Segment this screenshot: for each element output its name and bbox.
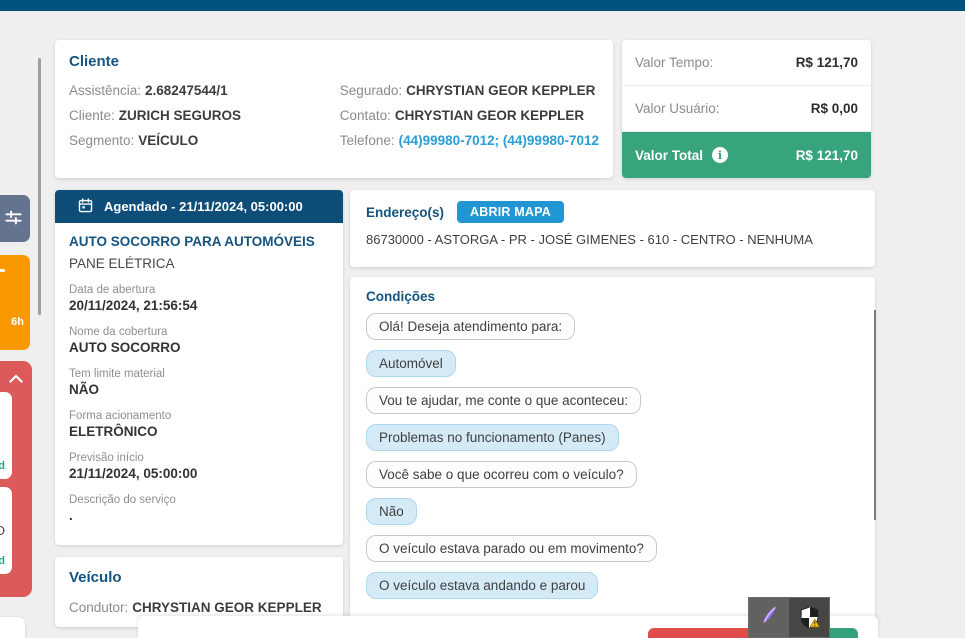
chat-bubble: O veículo estava andando e parou xyxy=(366,572,599,599)
cliente-fields-right: Segurado: CHRYSTIAN GEOR KEPPLER Contato:… xyxy=(340,78,599,153)
field-label: Condutor: xyxy=(69,600,129,615)
chat-bubble: Vou te ajudar, me conte o que aconteceu: xyxy=(366,387,642,414)
field-label: Telefone: xyxy=(339,133,395,148)
valor-value: R$ 0,00 xyxy=(810,101,858,116)
field-group: Data de abertura 20/11/2024, 21:56:54 xyxy=(69,283,329,315)
cliente-card: Cliente Assistência: 2.68247544/1 Cliente… xyxy=(55,40,613,178)
field-value: CHRYSTIAN GEOR KEPPLER xyxy=(406,83,596,98)
list-item-text: O xyxy=(0,523,5,538)
alert-service-widget[interactable]: d O d xyxy=(0,361,32,597)
chat-bubble: Automóvel xyxy=(366,350,456,377)
info-circle-icon[interactable]: i xyxy=(712,147,729,163)
app-window: 6h d O d Cliente Assistência:2.68247544/… xyxy=(0,0,965,638)
valor-total-label: Valor Total xyxy=(635,147,704,163)
field-label: Segmento: xyxy=(69,133,135,148)
field-group: Nome da cobertura AUTO SOCORRO xyxy=(69,325,329,357)
field-label: Descrição do serviço xyxy=(69,494,176,506)
field-row: Cliente: ZURICH SEGUROS xyxy=(69,103,340,128)
list-item-tag: d xyxy=(0,555,5,567)
service-problem: PANE ELÉTRICA xyxy=(69,256,175,271)
cliente-fields-left: Assistência: 2.68247544/1 Cliente: ZURICH … xyxy=(69,78,340,153)
field-row: Telefone: (44)99980-7012; (44)99980-7012 xyxy=(340,128,599,153)
valor-label: Valor Tempo: xyxy=(635,55,714,70)
chevron-up-icon[interactable] xyxy=(9,370,23,388)
field-label: Assistência: xyxy=(69,83,142,98)
field-group: Descrição do serviço . xyxy=(69,493,329,525)
field-value: 2.68247544/1 xyxy=(145,83,228,98)
field-value: NÃO xyxy=(69,382,99,397)
list-item-tag: d xyxy=(0,460,5,472)
filter-button[interactable] xyxy=(0,195,30,242)
valor-row: Valor Usuário: R$ 0,00 xyxy=(622,86,871,132)
field-value: CHRYSTIAN GEOR KEPPLER xyxy=(394,108,585,123)
service-title: AUTO SOCORRO PARA AUTOMÓVEIS xyxy=(69,234,315,249)
field-value: ELETRÔNICO xyxy=(69,424,158,439)
top-navigation-bar xyxy=(0,0,965,11)
field-label: Previsão início xyxy=(69,452,144,464)
valor-value: R$ 121,70 xyxy=(795,55,858,70)
field-value: VEÍCULO xyxy=(138,133,199,148)
field-label: Cliente: xyxy=(69,108,115,123)
chat-bubble: Olá! Deseja atendimento para: xyxy=(366,313,576,340)
agendado-card: Agendado - 21/11/2024, 05:00:00 AUTO SOC… xyxy=(55,190,343,545)
valor-row: Valor Tempo: R$ 121,70 xyxy=(622,40,871,86)
veiculo-title: Veículo xyxy=(69,569,122,586)
draw-tool-button[interactable] xyxy=(749,598,789,637)
valores-card: Valor Tempo: R$ 121,70 Valor Usuário: R$… xyxy=(622,40,871,178)
widget-dash xyxy=(0,269,5,272)
valores-rows: Valor Tempo: R$ 121,70 Valor Usuário: R$… xyxy=(622,40,871,132)
chat-transcript: Olá! Deseja atendimento para: Automóvel … xyxy=(366,313,859,599)
chat-bubble: Não xyxy=(366,498,417,525)
endereco-title: Endereço(s) xyxy=(366,204,445,220)
left-panel-scrollbar[interactable] xyxy=(38,58,41,315)
pending-service-widget[interactable]: 6h xyxy=(0,255,30,350)
field-row: Segurado: CHRYSTIAN GEOR KEPPLER xyxy=(340,78,599,103)
valor-total-row: Valor Total i R$ 121,70 xyxy=(622,132,871,178)
field-row: Assistência: 2.68247544/1 xyxy=(69,78,340,103)
valor-total-value: R$ 121,70 xyxy=(795,147,858,163)
cliente-title: Cliente xyxy=(69,53,120,70)
field-label: Data de abertura xyxy=(69,284,156,296)
endereco-card: Endereço(s) ABRIR MAPA 86730000 - ASTORG… xyxy=(350,190,875,267)
address-text: 86730000 - ASTORGA - PR - JOSÉ GIMENES -… xyxy=(366,232,813,247)
purple-feather-icon xyxy=(757,603,781,632)
abrir-mapa-button[interactable]: ABRIR MAPA xyxy=(457,201,564,223)
field-value: CHRYSTIAN GEOR KEPPLER xyxy=(132,600,322,615)
list-item[interactable]: O d xyxy=(0,487,12,574)
chat-bubble: Você sabe o que ocorreu com o veículo? xyxy=(366,461,637,488)
field-group: Previsão início 21/11/2024, 05:00:00 xyxy=(69,451,329,483)
list-item[interactable]: d xyxy=(0,392,12,479)
agendado-fields: Data de abertura 20/11/2024, 21:56:54 No… xyxy=(69,283,329,525)
valor-label: Valor Usuário: xyxy=(635,101,720,116)
condicoes-card: Condições Olá! Deseja atendimento para: … xyxy=(350,277,875,638)
cancel-button[interactable] xyxy=(648,628,763,638)
field-group: Tem limite material NÃO xyxy=(69,367,329,399)
chat-bubble: Problemas no funcionamento (Panes) xyxy=(366,424,619,451)
calendar-icon xyxy=(77,197,104,217)
field-label: Contato: xyxy=(339,108,391,123)
field-value: 20/11/2024, 21:56:54 xyxy=(69,298,198,313)
field-value: ZURICH SEGUROS xyxy=(118,108,242,123)
agendado-header-label: Agendado - 21/11/2024, 05:00:00 xyxy=(104,199,303,214)
condicoes-title: Condições xyxy=(366,289,436,304)
security-shield-warning-icon[interactable] xyxy=(789,598,829,637)
capture-toolbar-overlay xyxy=(748,597,830,638)
agendado-header: Agendado - 21/11/2024, 05:00:00 xyxy=(55,190,343,223)
field-label: Nome da cobertura xyxy=(69,326,168,338)
list-item[interactable] xyxy=(0,617,25,638)
field-row: Contato: CHRYSTIAN GEOR KEPPLER xyxy=(340,103,599,128)
field-value: 21/11/2024, 05:00:00 xyxy=(69,466,198,481)
chat-bubble: O veículo estava parado ou em movimento? xyxy=(366,535,657,562)
chat-scrollbar[interactable] xyxy=(874,310,876,520)
field-value: . xyxy=(69,508,73,523)
field-row: Segmento: VEÍCULO xyxy=(69,128,340,153)
field-label: Forma acionamento xyxy=(69,410,172,422)
field-label: Tem limite material xyxy=(69,368,165,380)
timer-badge: 6h xyxy=(11,316,24,328)
field-group: Forma acionamento ELETRÔNICO xyxy=(69,409,329,441)
field-value: (44)99980-7012; (44)99980-7012 xyxy=(398,133,599,148)
field-label: Segurado: xyxy=(339,83,403,98)
field-value: AUTO SOCORRO xyxy=(69,340,181,355)
